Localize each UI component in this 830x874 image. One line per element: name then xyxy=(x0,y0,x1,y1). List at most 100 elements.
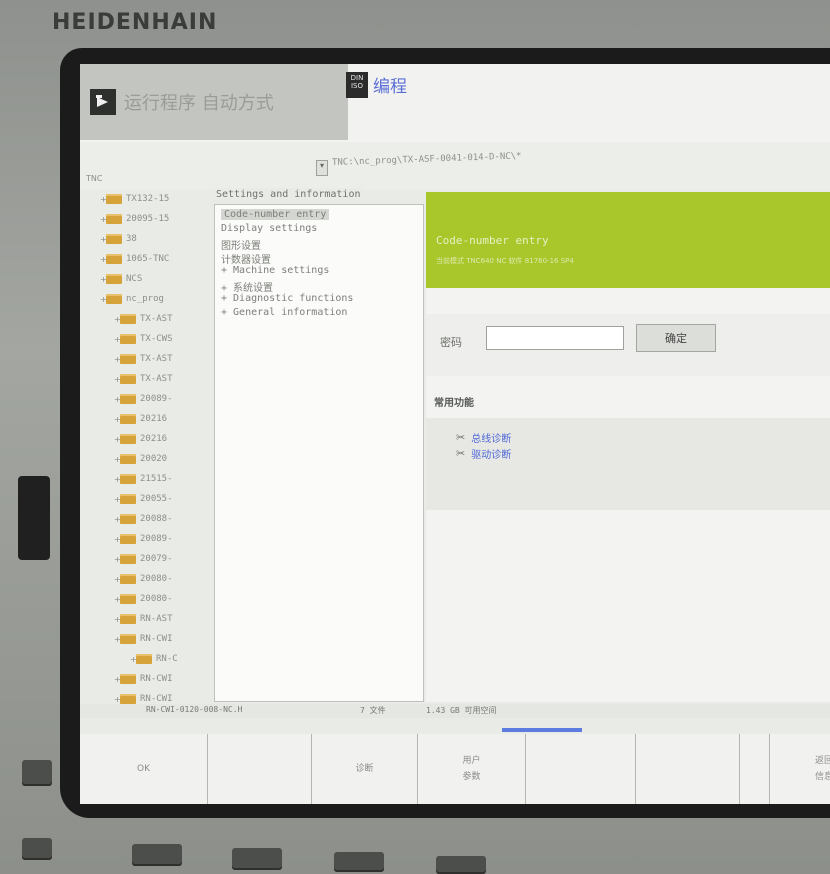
softkey-2[interactable] xyxy=(208,734,312,804)
menu-item-display-settings[interactable]: Display settings xyxy=(221,223,317,234)
tree-folder[interactable]: +20020 xyxy=(114,452,167,466)
folder-icon xyxy=(120,574,136,584)
password-input[interactable] xyxy=(486,326,624,350)
tree-folder[interactable]: + TX-AST xyxy=(114,372,173,386)
panel-header: Code-number entry 当前模式 TNC640 NC 软件 8176… xyxy=(426,192,830,288)
folder-icon xyxy=(106,234,122,244)
softkey-diagnosis[interactable]: 诊断 xyxy=(312,734,418,804)
ok-button[interactable]: 确定 xyxy=(636,324,716,352)
tree-folder[interactable]: +1065-TNC xyxy=(100,252,169,266)
scroll-indicator xyxy=(502,728,582,732)
folder-icon xyxy=(120,614,136,624)
folder-name: 20080- xyxy=(140,574,173,584)
menu-item-counter-settings[interactable]: 计数器设置 xyxy=(221,251,271,266)
password-label: 密码 xyxy=(440,336,462,349)
brand-logo: HEIDENHAIN xyxy=(52,10,218,35)
tree-folder[interactable]: +20079- xyxy=(114,552,173,566)
tree-folder[interactable]: +20095-15 xyxy=(100,212,169,226)
folder-name: RN-CWI xyxy=(140,674,173,684)
folder-icon xyxy=(120,414,136,424)
tree-folder[interactable]: +20088- xyxy=(114,512,173,526)
softkey-5[interactable] xyxy=(526,734,636,804)
folder-name: 20216 xyxy=(140,414,168,424)
status-file-count: 7 文件 xyxy=(360,706,386,715)
tree-folder[interactable]: +20089- xyxy=(114,532,173,546)
hw-softkey-3[interactable] xyxy=(334,852,384,872)
softkey-1[interactable]: OK xyxy=(80,734,208,804)
menu-item-diagnostic-functions[interactable]: + Diagnostic functions xyxy=(221,293,353,304)
folder-name: TX-AST xyxy=(140,354,173,364)
menu-item-system-settings[interactable]: + 系统设置 xyxy=(221,279,273,294)
folder-name: TX-AST xyxy=(140,314,173,324)
folder-name: RN-CWI xyxy=(140,634,173,644)
tree-folder[interactable]: +20080- xyxy=(114,592,173,606)
folder-name: 20089- xyxy=(140,534,173,544)
softkey-user-parameters[interactable]: 用户 参数 xyxy=(418,734,526,804)
tree-folder[interactable]: + NCS xyxy=(100,272,142,286)
menu-item-general-information[interactable]: + General information xyxy=(221,307,347,318)
folder-icon xyxy=(106,294,122,304)
hw-softkey-2[interactable] xyxy=(232,848,282,870)
softkey-return-info[interactable]: 返回 信息 xyxy=(770,734,830,804)
folder-icon xyxy=(120,314,136,324)
hw-softkey-4[interactable] xyxy=(436,856,486,874)
folder-icon xyxy=(120,694,136,704)
menu-item-code-number[interactable]: Code-number entry xyxy=(221,209,330,220)
tree-folder[interactable]: + RN-AST xyxy=(114,612,173,626)
folder-icon xyxy=(120,334,136,344)
tree-folder[interactable]: + TX132-15 xyxy=(100,192,169,206)
folder-icon xyxy=(120,534,136,544)
tree-folder[interactable]: +20055- xyxy=(114,492,173,506)
tree-folder[interactable]: + TX-AST xyxy=(114,352,173,366)
folder-icon xyxy=(120,434,136,444)
menu-item-graphics-settings[interactable]: 图形设置 xyxy=(221,237,261,252)
mode-prog-label: 编程 xyxy=(373,77,407,97)
mode-run-label: 运行程序 自动方式 xyxy=(124,93,274,114)
folder-icon xyxy=(120,494,136,504)
tree-folder[interactable]: +20216 xyxy=(114,432,167,446)
folder-name: 20020 xyxy=(140,454,168,464)
softkey-6[interactable] xyxy=(636,734,740,804)
folder-name: 20080- xyxy=(140,594,173,604)
link-drive-diagnosis[interactable]: ✂ 驱动诊断 xyxy=(456,446,511,461)
program-run-icon xyxy=(90,89,116,115)
folder-name: RN-AST xyxy=(140,614,173,624)
path-dropdown-button[interactable]: ▾ xyxy=(316,160,328,176)
tree-folder[interactable]: + RN-C xyxy=(130,652,178,666)
tree-folder[interactable]: + TX-CWS xyxy=(114,332,173,346)
folder-name: 20055- xyxy=(140,494,173,504)
folder-icon xyxy=(120,554,136,564)
tree-root[interactable]: TNC xyxy=(86,174,102,183)
tree-folder[interactable]: +20080- xyxy=(114,572,173,586)
tree-folder[interactable]: + nc_prog xyxy=(100,292,164,306)
mode-program-run[interactable]: 运行程序 自动方式 xyxy=(80,64,348,140)
status-file: RN-CWI-0120-008-NC.H xyxy=(146,705,243,714)
tree-folder[interactable]: +38 xyxy=(100,232,137,246)
tree-folder[interactable]: + RN-CWI xyxy=(114,672,173,686)
link-bus-diagnosis[interactable]: ✂ 总线诊断 xyxy=(456,430,511,445)
hw-key-left-lower[interactable] xyxy=(22,838,52,860)
tree-folder[interactable]: +20089- xyxy=(114,392,173,406)
folder-icon xyxy=(106,274,122,284)
hw-key-left[interactable] xyxy=(22,760,52,786)
screen: 运行程序 自动方式 DIN ISO 编程 TNC ▾ TNC:\nc_prog\… xyxy=(80,64,830,804)
folder-name: NCS xyxy=(126,274,143,284)
menu-item-machine-settings[interactable]: + Machine settings xyxy=(221,265,329,276)
hw-softkey-1[interactable] xyxy=(132,844,182,866)
folder-name: TX-CWS xyxy=(140,334,173,344)
folder-name: 20216 xyxy=(140,434,168,444)
tree-folder[interactable]: + TX-AST xyxy=(114,312,173,326)
tools-icon: ✂ xyxy=(456,431,466,444)
folder-icon xyxy=(120,594,136,604)
softkey-7[interactable] xyxy=(740,734,770,804)
folder-name: 21515- xyxy=(140,474,173,484)
folder-name: RN-C xyxy=(156,654,178,664)
mode-programming[interactable]: DIN ISO 编程 xyxy=(346,72,407,98)
folder-name: TX132-15 xyxy=(126,194,170,204)
folder-icon xyxy=(120,454,136,464)
tree-folder[interactable]: + RN-CWI xyxy=(114,632,173,646)
tree-folder[interactable]: +20216 xyxy=(114,412,167,426)
tools-icon: ✂ xyxy=(456,447,466,460)
folder-icon xyxy=(120,514,136,524)
tree-folder[interactable]: +21515- xyxy=(114,472,173,486)
